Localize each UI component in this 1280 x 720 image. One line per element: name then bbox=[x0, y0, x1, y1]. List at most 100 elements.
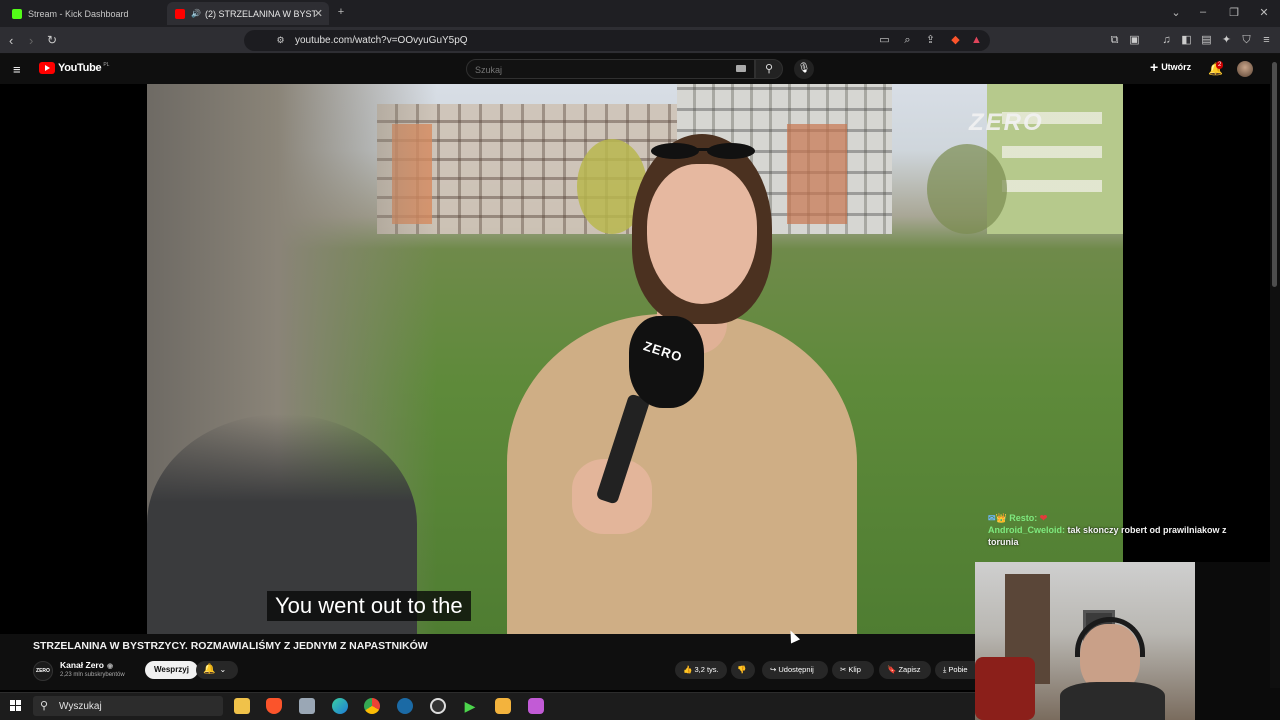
search-box[interactable] bbox=[466, 59, 755, 79]
background-building bbox=[987, 84, 1123, 234]
files-app-icon[interactable] bbox=[299, 698, 315, 714]
region-label: PL bbox=[103, 62, 110, 68]
clip-label: Klip bbox=[848, 665, 861, 674]
cast-icon[interactable]: ▭ bbox=[878, 34, 891, 47]
channel-name[interactable]: Kanał Zero ◉ bbox=[60, 660, 113, 670]
vpn-icon[interactable]: ⛉ bbox=[1240, 34, 1253, 47]
zoom-icon[interactable]: ⌕ bbox=[901, 34, 914, 47]
url-text[interactable]: youtube.com/watch?v=OOvyuGuY5pQ bbox=[295, 35, 468, 46]
clip-button[interactable]: ✂ Klip bbox=[832, 661, 874, 679]
webcam-chair bbox=[975, 657, 1035, 720]
webcam-dark-area bbox=[1195, 562, 1280, 720]
taskbar-search-icon: ⚲ bbox=[40, 700, 49, 712]
scissors-icon: ✂ bbox=[840, 665, 847, 674]
share-arrow-icon: ↪ bbox=[770, 665, 777, 674]
subscriber-count: 2,23 mln subskrybentów bbox=[60, 672, 125, 678]
video-player[interactable]: ZERO ZERO bbox=[147, 84, 1123, 634]
tab-list-chevron-icon[interactable]: ⌄ bbox=[1169, 6, 1183, 19]
close-window-icon[interactable]: ✕ bbox=[1257, 6, 1271, 19]
interviewee-face bbox=[647, 164, 757, 304]
like-button[interactable]: 👍 3,2 tys. bbox=[675, 661, 727, 679]
share-button[interactable]: ↪ Udostępnij bbox=[762, 661, 828, 679]
media-icon[interactable]: ♫ bbox=[1160, 34, 1173, 47]
download-button[interactable]: ⤓ Pobie bbox=[935, 661, 975, 679]
close-tab-icon[interactable]: ✕ bbox=[314, 7, 323, 20]
chat-line: ✉👑 Resto: ❤ bbox=[988, 512, 1248, 524]
chrome-browser-icon[interactable] bbox=[364, 698, 380, 714]
address-bar[interactable]: ⚙ youtube.com/watch?v=OOvyuGuY5pQ ▭ ⌕ ⇪ … bbox=[244, 30, 990, 51]
bell-icon: 🔔 bbox=[203, 664, 216, 675]
site-info-icon[interactable]: ⚙ bbox=[274, 34, 287, 47]
plus-icon: + bbox=[1150, 59, 1159, 75]
app-icon[interactable] bbox=[495, 698, 511, 714]
video-subtitle: You went out to the bbox=[267, 591, 471, 621]
create-button[interactable]: + Utwórz bbox=[1150, 59, 1192, 75]
channel-watermark: ZERO bbox=[969, 109, 1044, 136]
brave-browser-icon[interactable] bbox=[266, 698, 282, 714]
youtube-favicon-icon bbox=[175, 8, 185, 19]
restore-icon[interactable]: ❐ bbox=[1227, 6, 1241, 19]
edge-browser-icon[interactable] bbox=[332, 698, 348, 714]
building-accent bbox=[787, 124, 847, 224]
brave-shields-icon[interactable]: ◆ bbox=[949, 34, 962, 47]
new-tab-icon[interactable]: + bbox=[334, 6, 348, 18]
channel-avatar[interactable]: ZERO bbox=[33, 661, 53, 681]
youtube-logo[interactable]: YouTube PL bbox=[39, 62, 109, 74]
share-icon[interactable]: ⇪ bbox=[924, 34, 937, 47]
thumbs-down-icon: 👎 bbox=[737, 665, 747, 674]
share-label: Udostępnij bbox=[778, 665, 814, 674]
hamburger-menu-icon[interactable]: ≡ bbox=[13, 62, 21, 77]
leo-ai-icon[interactable]: ✦ bbox=[1220, 34, 1233, 47]
subscription-bell-button[interactable]: 🔔 ⌄ bbox=[196, 661, 238, 679]
streamer-body bbox=[1060, 682, 1165, 720]
keyboard-icon[interactable] bbox=[736, 65, 746, 72]
screenshot-icon[interactable]: ▣ bbox=[1128, 34, 1141, 47]
channel-name-text: Kanał Zero bbox=[60, 660, 104, 670]
tree bbox=[927, 144, 1007, 234]
browser-toolbar: ‹ › ↻ ▯ ⚙ youtube.com/watch?v=OOvyuGuY5p… bbox=[0, 27, 1280, 54]
save-label: Zapisz bbox=[898, 665, 921, 674]
tab-label: Stream - Kick Dashboard bbox=[28, 8, 129, 19]
chat-username: Resto: bbox=[1009, 513, 1038, 523]
search-icon: ⚲ bbox=[764, 63, 774, 75]
scrollbar-thumb[interactable] bbox=[1272, 62, 1277, 287]
kick-favicon-icon bbox=[12, 8, 22, 19]
voice-search-button[interactable]: 🎙 bbox=[794, 59, 814, 79]
sidebar-icon[interactable]: ◧ bbox=[1180, 34, 1193, 47]
menu-icon[interactable]: ≡ bbox=[1260, 34, 1273, 47]
dislike-button[interactable]: 👎 bbox=[731, 661, 755, 679]
forward-icon[interactable]: › bbox=[29, 33, 33, 48]
wallet-icon[interactable]: ▤ bbox=[1200, 34, 1213, 47]
app2-icon[interactable] bbox=[528, 698, 544, 714]
chat-line: Android_Cweloid: tak skonczy robert od p… bbox=[988, 524, 1248, 548]
support-button[interactable]: Wesprzyj bbox=[145, 661, 198, 679]
create-label: Utwórz bbox=[1161, 62, 1192, 72]
taskbar-search-placeholder[interactable]: Wyszukaj bbox=[59, 701, 102, 712]
badge-icon: ✉👑 bbox=[988, 513, 1007, 523]
minimize-icon[interactable]: – bbox=[1196, 6, 1210, 18]
back-icon[interactable]: ‹ bbox=[9, 33, 13, 48]
brave-rewards-icon[interactable]: ▲ bbox=[970, 34, 983, 47]
extensions-icon[interactable]: ⧉ bbox=[1108, 34, 1121, 47]
search-button[interactable]: ⚲ bbox=[755, 59, 783, 79]
windows-start-icon[interactable] bbox=[10, 700, 22, 712]
obs-icon[interactable] bbox=[430, 698, 446, 714]
tab-youtube-video[interactable]: 🔊 (2) STRZELANINA W BYSTRZY ✕ bbox=[167, 2, 329, 25]
download-icon: ⤓ bbox=[943, 665, 947, 674]
like-count: 3,2 tys. bbox=[694, 665, 719, 674]
steam-icon[interactable] bbox=[397, 698, 413, 714]
search-input[interactable] bbox=[475, 63, 725, 76]
account-avatar[interactable] bbox=[1237, 61, 1253, 77]
logo-text: YouTube bbox=[58, 62, 102, 74]
streamer-webcam bbox=[975, 562, 1195, 720]
microphone-icon: 🎙 bbox=[797, 63, 811, 74]
download-label: Pobie bbox=[948, 665, 968, 674]
file-explorer-icon[interactable] bbox=[234, 698, 250, 714]
reload-icon[interactable]: ↻ bbox=[47, 33, 57, 47]
tab-kick-dashboard[interactable]: Stream - Kick Dashboard bbox=[4, 2, 164, 25]
thumbs-up-icon: 👍 bbox=[683, 665, 693, 674]
youtube-header: ≡ YouTube PL ⚲ 🎙 + Utwórz 🔔 bbox=[0, 54, 1280, 84]
media-player-icon[interactable]: ▶ bbox=[462, 698, 478, 714]
save-button[interactable]: 🔖 Zapisz bbox=[879, 661, 931, 679]
verified-icon: ◉ bbox=[106, 663, 114, 670]
